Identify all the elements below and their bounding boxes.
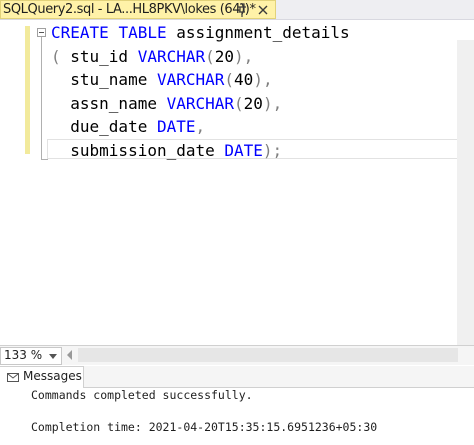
code-line: submission_date DATE);	[51, 140, 282, 162]
code-token: ),	[234, 46, 254, 66]
pin-icon[interactable]	[235, 2, 249, 18]
code-token: (	[51, 46, 71, 66]
code-token: VARCHAR	[156, 70, 225, 89]
code-token: TABLE	[118, 23, 167, 42]
chevron-down-icon	[49, 354, 57, 359]
code-token: ),	[262, 93, 283, 113]
results-tab-strip: Messages	[0, 366, 474, 388]
code-line: due_date DATE,	[51, 116, 205, 138]
messages-icon	[7, 373, 19, 382]
close-icon[interactable]	[256, 2, 270, 18]
code-token: VARCHAR	[137, 46, 206, 66]
tab-messages-label: Messages	[23, 369, 82, 383]
code-token: assn_name	[51, 93, 167, 113]
code-token: );	[262, 140, 283, 160]
code-token: 20	[243, 93, 263, 113]
outline-fold-line	[41, 37, 42, 160]
code-token: stu_id	[70, 46, 138, 66]
message-line: Commands completed successfully.	[31, 388, 253, 402]
code-token: (	[224, 70, 235, 89]
editor-status-bar: 133 %	[0, 345, 474, 365]
query-editor[interactable]: CREATE TABLE assignment_details( stu_id …	[0, 20, 474, 365]
code-token: DATE	[156, 117, 196, 136]
code-token: (	[205, 46, 215, 66]
code-token: submission_date	[51, 140, 225, 160]
collapse-toggle-icon[interactable]	[37, 28, 46, 37]
scroll-left-icon[interactable]	[67, 350, 72, 360]
tab-messages[interactable]: Messages	[0, 366, 84, 388]
vertical-scrollbar[interactable]	[457, 40, 474, 365]
code-line: assn_name VARCHAR(20),	[51, 93, 282, 115]
code-token: CREATE	[51, 23, 109, 42]
code-token: stu_name	[51, 70, 157, 89]
horizontal-scrollbar[interactable]	[78, 348, 458, 362]
zoom-value: 133 %	[4, 348, 43, 362]
zoom-dropdown[interactable]: 133 %	[0, 347, 62, 365]
code-token: ,	[195, 117, 206, 136]
change-tracking-bar	[25, 26, 30, 154]
code-token: VARCHAR	[166, 93, 235, 113]
document-tab-strip: SQLQuery2.sql - LA...HL8PKV\lokes (64))*	[0, 0, 474, 20]
query-tab-title: SQLQuery2.sql - LA...HL8PKV\lokes (64))*	[3, 2, 256, 17]
outline-fold-end	[41, 159, 48, 160]
code-token: DATE	[224, 140, 263, 160]
code-line: stu_name VARCHAR(40),	[51, 69, 273, 91]
code-token: 20	[214, 46, 235, 66]
code-token: assignment_details	[166, 23, 350, 42]
code-token: (	[234, 93, 244, 113]
code-token: ),	[253, 70, 273, 89]
code-line: ( stu_id VARCHAR(20),	[51, 46, 253, 68]
messages-pane[interactable]: Commands completed successfully. Complet…	[0, 388, 474, 445]
code-line: CREATE TABLE assignment_details	[51, 22, 350, 44]
query-tab[interactable]: SQLQuery2.sql - LA...HL8PKV\lokes (64))*	[0, 0, 276, 19]
code-token: 40	[234, 70, 254, 89]
message-line: Completion time: 2021-04-20T15:35:15.695…	[31, 420, 378, 434]
code-token: due_date	[51, 117, 157, 136]
